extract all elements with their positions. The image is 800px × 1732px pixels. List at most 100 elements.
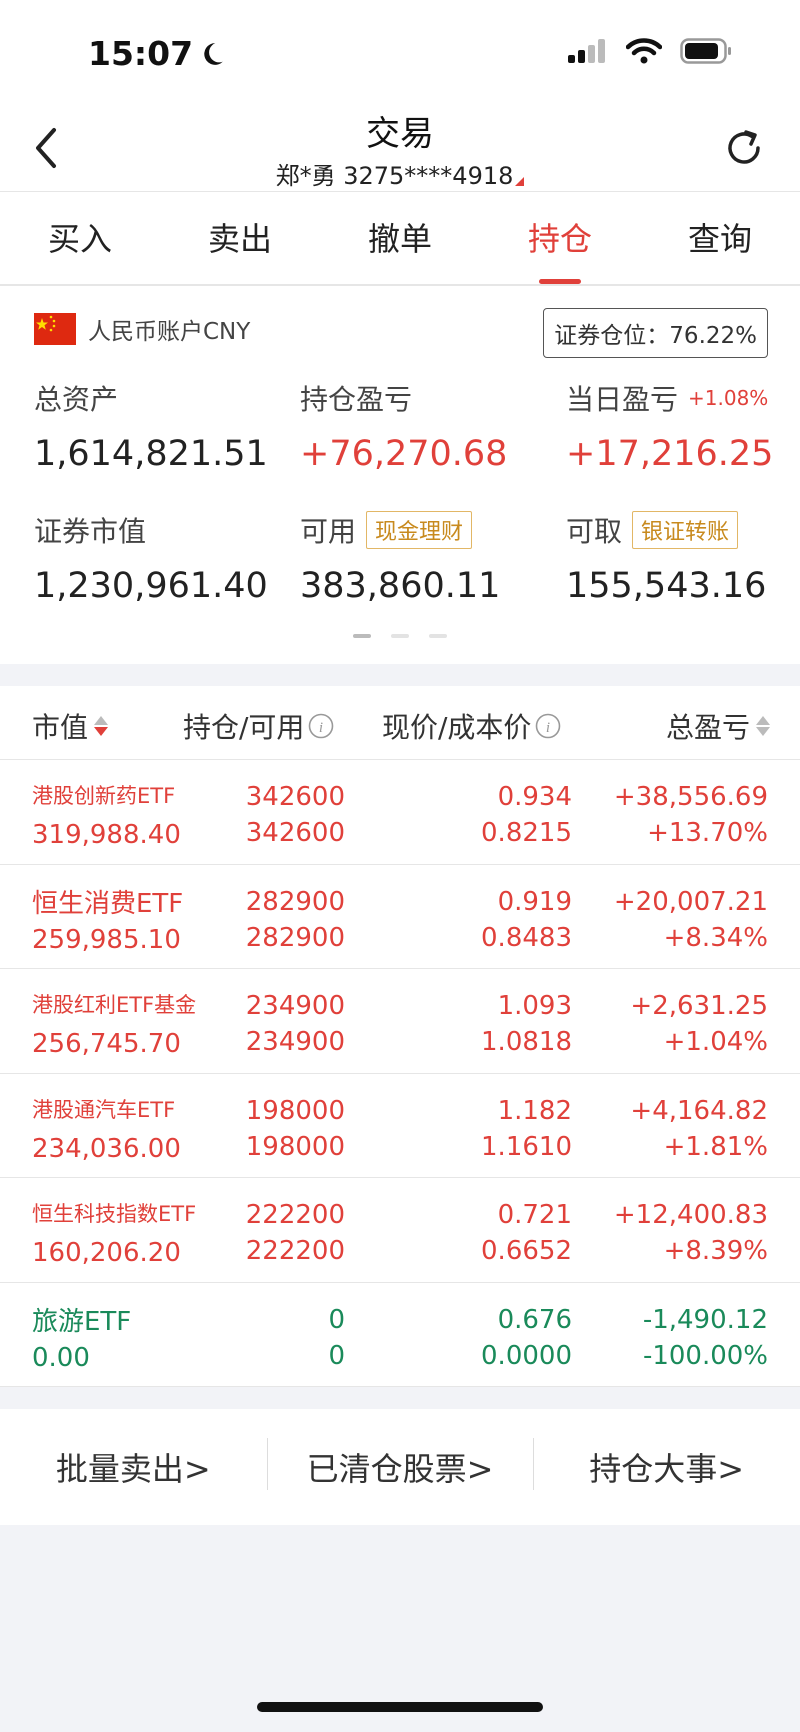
total-assets: 总资产 1,614,821.51 <box>34 378 268 474</box>
sort-arrows-icon <box>94 716 109 736</box>
current-price: 0.721 <box>497 1200 572 1230</box>
table-row[interactable]: 恒生消费ETF 259,985.10 282900 282900 0.919 0… <box>0 865 800 969</box>
available-label-row: 可用 现金理财 <box>300 510 500 550</box>
available-value: 383,860.11 <box>300 566 501 606</box>
table-row[interactable]: 恒生科技指数ETF 160,206.20 222200 222200 0.721… <box>0 1178 800 1283</box>
cost-price: 0.8215 <box>481 818 572 848</box>
available-funds: 可用 现金理财 383,860.11 <box>300 510 500 606</box>
status-bar: 15:07 <box>0 0 800 100</box>
withdrawable-label-row: 可取 银证转账 <box>566 510 766 550</box>
stock-name: 港股创新药ETF <box>32 784 176 808</box>
stock-market-value: 259,985.10 <box>32 924 181 955</box>
holding-qty: 282900 <box>245 886 345 917</box>
table-row[interactable]: 港股红利ETF基金 256,745.70 234900 234900 1.093… <box>0 969 800 1074</box>
account-summary: 人民币账户CNY 证券仓位：76.22% 总资产 1,614,821.51 持仓… <box>0 286 800 664</box>
stock-name: 港股红利ETF基金 <box>32 993 197 1017</box>
tab-cancel-order[interactable]: 撤单 <box>320 192 480 284</box>
available-label: 可用 <box>300 515 357 548</box>
holding-qty: 342600 <box>245 782 345 812</box>
position-events-button[interactable]: 持仓大事> <box>533 1438 800 1490</box>
info-icon[interactable]: i <box>535 713 561 739</box>
daily-pnl-percent: +1.08% <box>688 386 769 410</box>
available-qty: 0 <box>328 1340 345 1371</box>
total-pnl-percent: +1.81% <box>663 1131 768 1162</box>
account-label: 郑*勇 3275****4918 <box>275 162 514 190</box>
total-pnl-percent: +13.70% <box>647 818 768 848</box>
total-pnl: +4,164.82 <box>630 1095 768 1126</box>
column-header-position: 持仓/可用 <box>183 711 305 744</box>
refresh-icon[interactable] <box>722 126 766 170</box>
page-indicator <box>0 634 800 638</box>
holding-pnl: 持仓盈亏 +76,270.68 <box>300 378 507 474</box>
available-qty: 282900 <box>245 922 345 953</box>
cost-price: 0.8483 <box>481 922 572 953</box>
total-pnl: +38,556.69 <box>613 782 768 812</box>
signal-icon <box>568 39 605 63</box>
holding-qty: 0 <box>328 1304 345 1335</box>
battery-icon <box>680 38 731 64</box>
page-dot <box>429 634 447 638</box>
tab-buy[interactable]: 买入 <box>0 192 160 284</box>
wifi-icon <box>626 38 662 64</box>
holdings-table: 市值 持仓/可用 i 现价/成本价 i 总盈亏 港股创新药ETF 319,988… <box>0 686 800 1387</box>
column-position: 持仓/可用 i <box>183 706 334 746</box>
tab-positions[interactable]: 持仓 <box>480 192 640 284</box>
position-ratio-badge: 证券仓位：76.22% <box>543 308 768 358</box>
current-price: 0.934 <box>497 782 572 812</box>
cost-price: 1.0818 <box>481 1027 572 1057</box>
total-pnl: +20,007.21 <box>613 886 768 917</box>
tab-query[interactable]: 查询 <box>640 192 800 284</box>
available-qty: 222200 <box>245 1236 345 1266</box>
nav-header: 交易 郑*勇 3275****4918 <box>0 100 800 192</box>
moon-icon <box>204 42 223 65</box>
total-assets-value: 1,614,821.51 <box>34 434 268 474</box>
sort-arrows-icon <box>756 716 770 736</box>
account-selector[interactable]: 郑*勇 3275****4918 <box>0 156 800 191</box>
available-qty: 198000 <box>245 1131 345 1162</box>
sort-total-pnl[interactable]: 总盈亏 <box>666 706 770 746</box>
holding-qty: 222200 <box>245 1200 345 1230</box>
stock-name: 恒生科技指数ETF <box>32 1202 197 1226</box>
info-icon[interactable]: i <box>308 713 334 739</box>
total-pnl: -1,490.12 <box>642 1304 768 1335</box>
stock-name: 港股通汽车ETF <box>32 1097 176 1122</box>
table-row[interactable]: 港股通汽车ETF 234,036.00 198000 198000 1.182 … <box>0 1074 800 1178</box>
stock-market-value: 0.00 <box>32 1342 90 1373</box>
column-header-market-value: 市值 <box>32 711 89 744</box>
table-row[interactable]: 港股创新药ETF 319,988.40 342600 342600 0.934 … <box>0 760 800 865</box>
page-dot <box>391 634 409 638</box>
cost-price: 1.1610 <box>481 1131 572 1162</box>
currency-label: 人民币账户CNY <box>88 319 251 345</box>
status-time: 15:07 <box>88 34 225 73</box>
stock-market-value: 160,206.20 <box>32 1238 181 1268</box>
cash-management-button[interactable]: 现金理财 <box>366 511 473 549</box>
daily-pnl: 当日盈亏 +1.08% +17,216.25 <box>566 378 773 474</box>
stock-market-value: 319,988.40 <box>32 820 181 850</box>
table-row[interactable]: 旅游ETF 0.00 0 0 0.676 0.0000 -1,490.12 -1… <box>0 1283 800 1387</box>
holding-qty: 234900 <box>245 991 345 1021</box>
market-value-label: 证券市值 <box>34 515 147 548</box>
bank-transfer-button[interactable]: 银证转账 <box>632 511 739 549</box>
withdrawable-funds: 可取 银证转账 155,543.16 <box>566 510 766 606</box>
svg-text:i: i <box>319 720 323 736</box>
total-pnl-percent: +8.39% <box>663 1236 768 1266</box>
stock-name: 恒生消费ETF <box>32 888 184 919</box>
daily-pnl-label-row: 当日盈亏 +1.08% <box>566 378 773 418</box>
total-pnl-percent: -100.00% <box>642 1340 768 1371</box>
currency-row: 人民币账户CNY <box>34 312 250 346</box>
total-assets-label: 总资产 <box>34 383 119 416</box>
page-title: 交易 <box>366 114 434 154</box>
cleared-stocks-button[interactable]: 已清仓股票> <box>266 1438 534 1490</box>
total-pnl: +12,400.83 <box>613 1200 768 1230</box>
batch-sell-button[interactable]: 批量卖出> <box>0 1444 267 1490</box>
tab-sell[interactable]: 卖出 <box>160 192 320 284</box>
total-pnl-percent: +1.04% <box>663 1027 768 1057</box>
column-price: 现价/成本价 i <box>382 706 561 746</box>
status-icons <box>568 38 732 64</box>
available-qty: 234900 <box>245 1027 345 1057</box>
current-price: 0.676 <box>497 1304 572 1335</box>
page-dot <box>353 634 371 638</box>
home-indicator[interactable] <box>257 1702 543 1712</box>
market-value-value: 1,230,961.40 <box>34 566 268 606</box>
sort-market-value[interactable]: 市值 <box>32 706 109 746</box>
